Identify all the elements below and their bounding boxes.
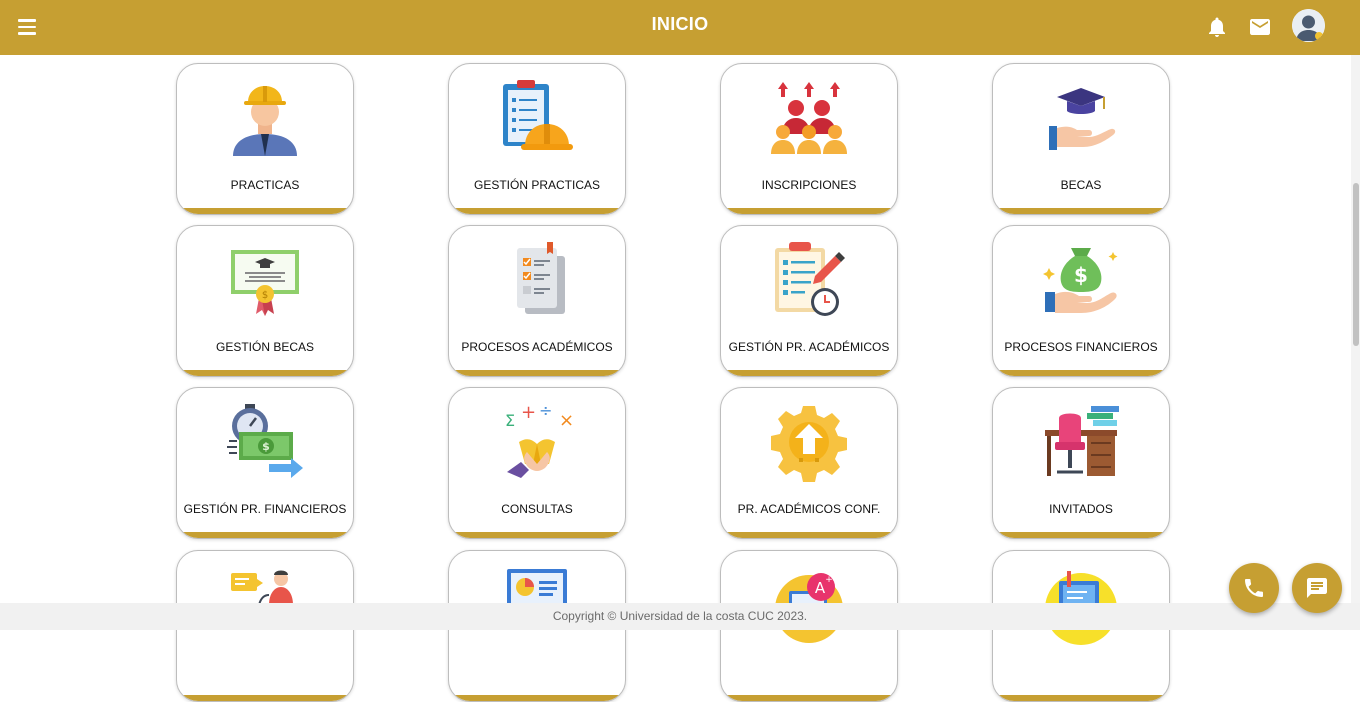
bell-icon[interactable]: [1205, 15, 1229, 39]
card-gestion-practicas[interactable]: GESTIÓN PRACTICAS: [448, 63, 626, 215]
svg-text:$: $: [262, 290, 268, 301]
card-label: GESTIÓN PR. FINANCIEROS: [183, 502, 347, 516]
math-symbols-book-icon: Σ + ÷ ×: [505, 402, 574, 478]
card-invitados[interactable]: INVITADOS: [992, 387, 1170, 539]
certificate-icon: $: [231, 250, 299, 316]
svg-text:$: $: [1074, 263, 1088, 287]
envelope-icon[interactable]: [1248, 15, 1272, 39]
scrollbar-thumb[interactable]: [1353, 183, 1359, 346]
card-label: INVITADOS: [1049, 502, 1113, 516]
card-label: PROCESOS FINANCIEROS: [1004, 340, 1158, 354]
card-label: GESTIÓN BECAS: [215, 340, 315, 354]
card-procesos-financieros[interactable]: $ PROCESOS FINANCIEROS: [992, 225, 1170, 377]
gear-upload-icon: [771, 406, 847, 482]
footer-copyright: Copyright © Universidad de la costa CUC …: [0, 603, 1360, 630]
card-label: BECAS: [1060, 178, 1102, 192]
people-up-arrows-icon: [771, 82, 847, 154]
card-gestion-becas[interactable]: $ GESTIÓN BECAS: [176, 225, 354, 377]
clipboard-hardhat-icon: [503, 80, 573, 150]
checklist-documents-icon: [517, 242, 565, 314]
money-bag-hand-icon: $: [1043, 248, 1118, 313]
card-pr-academicos-conf[interactable]: PR. ACADÉMICOS CONF.: [720, 387, 898, 539]
stopwatch-banknote-icon: $: [227, 404, 303, 478]
user-avatar-icon[interactable]: [1292, 9, 1325, 42]
phone-icon: [1245, 579, 1263, 597]
chat-icon: [1307, 578, 1327, 598]
graduation-cap-hand-icon: [1049, 88, 1116, 150]
chat-button[interactable]: [1292, 563, 1342, 613]
card-label: GESTIÓN PR. ACADÉMICOS: [728, 340, 890, 354]
card-label: CONSULTAS: [501, 502, 573, 516]
svg-text:+: +: [521, 402, 536, 423]
svg-text:×: ×: [559, 410, 574, 431]
card-procesos-academicos[interactable]: PROCESOS ACADÉMICOS: [448, 225, 626, 377]
card-label: PRACTICAS: [230, 178, 300, 192]
card-inscripciones[interactable]: INSCRIPCIONES: [720, 63, 898, 215]
card-label: INSCRIPCIONES: [761, 178, 857, 192]
card-consultas[interactable]: Σ + ÷ × CONSULTAS: [448, 387, 626, 539]
page-title: INICIO: [651, 14, 709, 34]
card-label: GESTIÓN PRACTICAS: [473, 178, 601, 192]
card-becas[interactable]: BECAS: [992, 63, 1170, 215]
top-app-bar: INICIO: [0, 0, 1360, 55]
svg-text:$: $: [262, 440, 270, 453]
card-gestion-pr-financieros[interactable]: $ GESTIÓN PR. FINANCIEROS: [176, 387, 354, 539]
svg-text:+: +: [825, 575, 833, 585]
desk-chair-books-icon: [1045, 406, 1119, 476]
svg-text:A: A: [815, 579, 826, 597]
card-label: PR. ACADÉMICOS CONF.: [737, 502, 881, 516]
clipboard-pencil-clock-icon: [775, 242, 845, 316]
card-gestion-pr-academicos[interactable]: GESTIÓN PR. ACADÉMICOS: [720, 225, 898, 377]
card-practicas[interactable]: PRACTICAS: [176, 63, 354, 215]
phone-button[interactable]: [1229, 563, 1279, 613]
svg-text:Σ: Σ: [505, 411, 515, 430]
svg-text:÷: ÷: [539, 402, 552, 420]
card-label: PROCESOS ACADÉMICOS: [461, 340, 613, 354]
worker-hardhat-icon: [233, 86, 297, 156]
